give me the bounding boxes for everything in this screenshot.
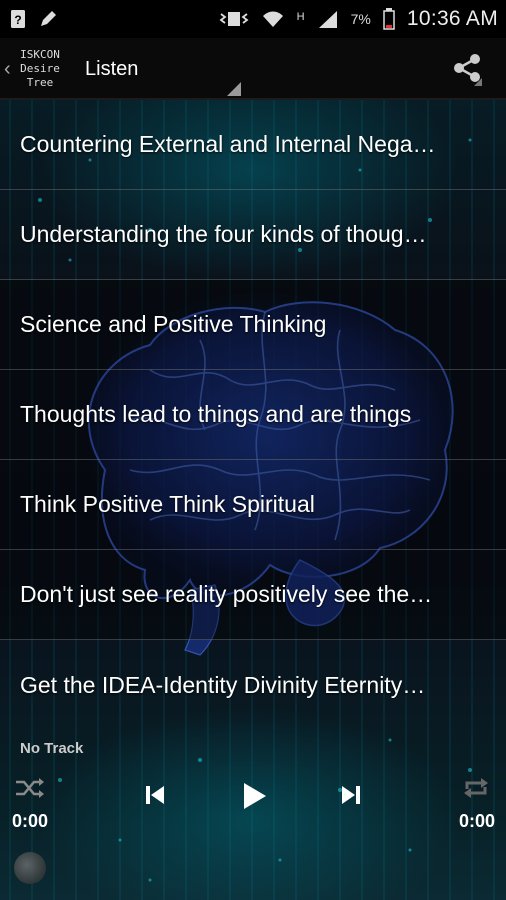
play-button[interactable] xyxy=(234,778,274,818)
track-title: Countering External and Internal Nega… xyxy=(20,131,436,157)
previous-button[interactable] xyxy=(138,780,172,814)
track-title: Science and Positive Thinking xyxy=(20,311,327,337)
next-button[interactable] xyxy=(334,780,368,814)
wifi-icon xyxy=(261,9,285,29)
next-icon xyxy=(340,783,362,812)
network-type: H xyxy=(296,11,305,23)
track-title: Understanding the four kinds of thoug… xyxy=(20,221,427,247)
list-item[interactable]: Think Positive Think Spiritual xyxy=(0,460,506,550)
status-bar: ? H 7% 10:36 AM xyxy=(0,0,506,38)
total-time: 0:00 xyxy=(458,811,495,831)
action-bar: ‹ ISKCON Desire Tree Listen xyxy=(0,38,506,100)
track-list: Countering External and Internal Nega… U… xyxy=(0,100,506,730)
svg-text:?: ? xyxy=(14,13,21,27)
back-chevron-icon: ‹ xyxy=(4,58,11,80)
spinner-indicator xyxy=(227,82,241,96)
shuffle-button[interactable] xyxy=(12,776,48,804)
edit-icon xyxy=(38,9,58,29)
track-title: Thoughts lead to things and are things xyxy=(20,401,412,427)
list-item[interactable]: Science and Positive Thinking xyxy=(0,280,506,370)
play-icon xyxy=(240,781,268,816)
elapsed-time: 0:00 xyxy=(12,811,49,831)
previous-icon xyxy=(144,783,166,812)
share-button[interactable] xyxy=(444,48,490,92)
clock: 10:36 AM xyxy=(406,7,498,30)
list-item[interactable]: Get the IDEA-Identity Divinity Eternity… xyxy=(0,640,506,730)
track-title: Don't just see reality positively see th… xyxy=(20,581,433,607)
battery-percent: 7% xyxy=(350,11,371,27)
vibrate-icon xyxy=(219,9,249,29)
seek-handle[interactable] xyxy=(14,852,46,884)
list-item[interactable]: Thoughts lead to things and are things xyxy=(0,370,506,460)
page-title[interactable]: Listen xyxy=(85,58,138,81)
list-item[interactable]: Countering External and Internal Nega… xyxy=(0,100,506,190)
track-title: Think Positive Think Spiritual xyxy=(20,491,315,517)
media-player: No Track 0:00 0:00 xyxy=(0,736,506,900)
list-item[interactable]: Understanding the four kinds of thoug… xyxy=(0,190,506,280)
signal-icon xyxy=(317,9,339,29)
repeat-button[interactable] xyxy=(458,776,494,804)
back-button[interactable]: ‹ ISKCON Desire Tree xyxy=(4,44,66,94)
shuffle-icon xyxy=(14,776,46,805)
app-logo: ISKCON Desire Tree xyxy=(20,48,60,89)
overflow-indicator xyxy=(474,78,482,86)
battery-icon xyxy=(383,8,395,30)
repeat-icon xyxy=(461,775,491,806)
list-item[interactable]: Don't just see reality positively see th… xyxy=(0,550,506,640)
help-icon: ? xyxy=(10,9,26,29)
track-title: Get the IDEA-Identity Divinity Eternity… xyxy=(20,671,426,698)
now-playing-label: No Track xyxy=(20,740,84,757)
